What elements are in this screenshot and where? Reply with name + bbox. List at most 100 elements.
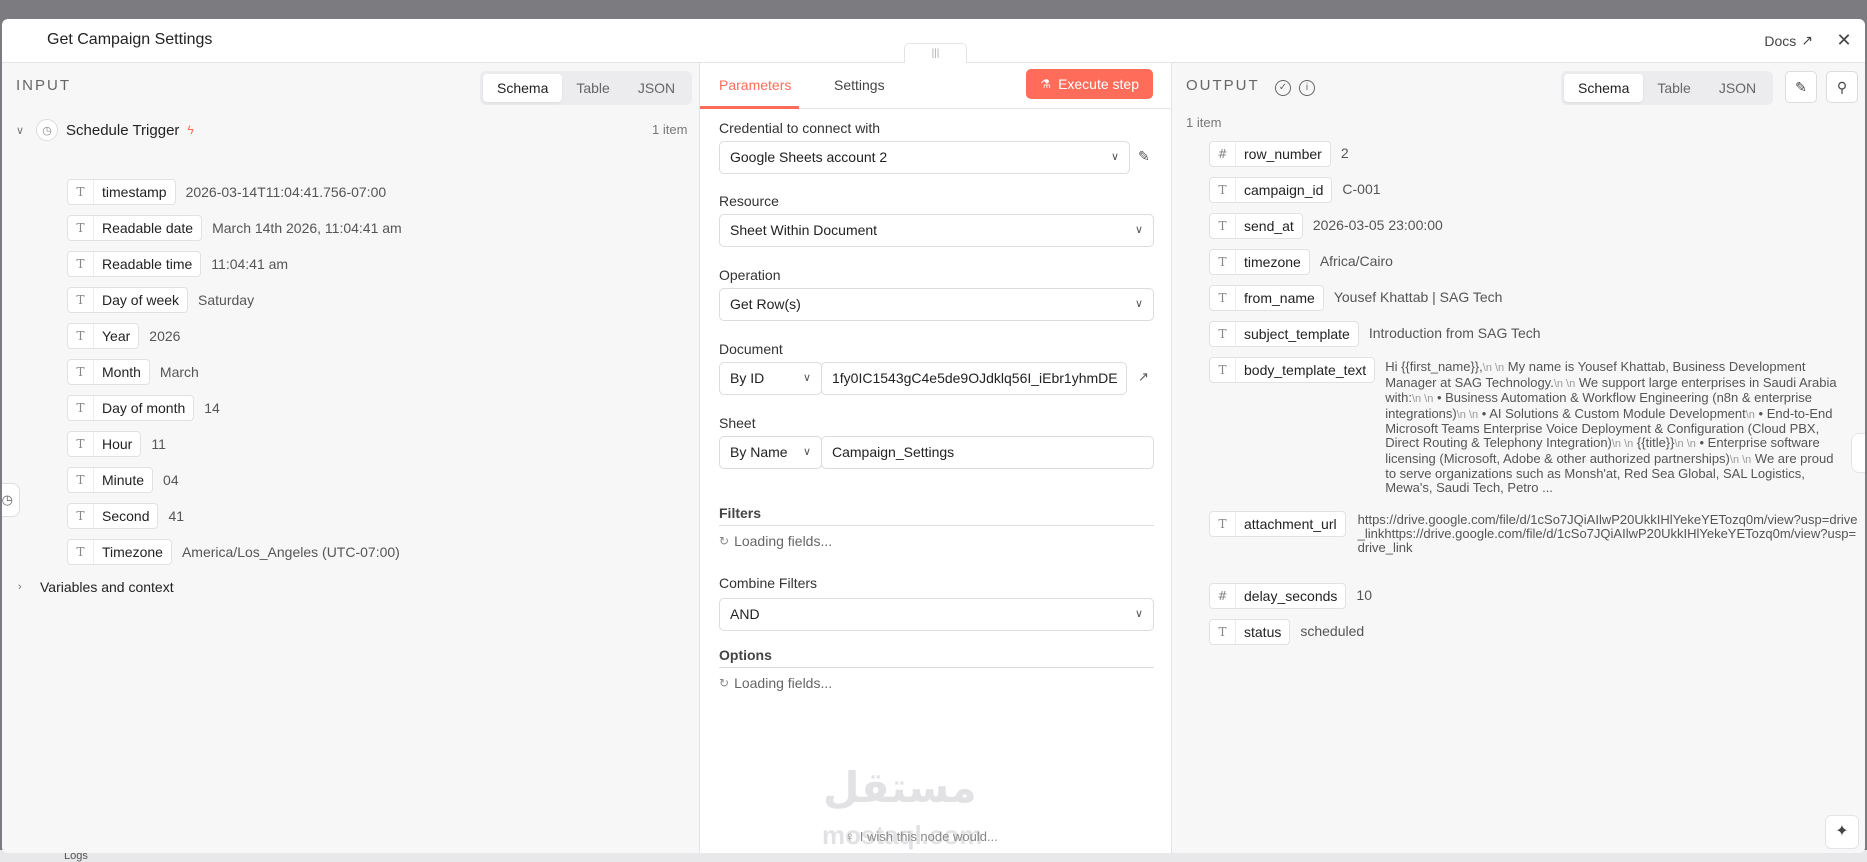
text-type-icon: T [68,540,94,564]
output-field-row[interactable]: Tfrom_name Yousef Khattab | SAG Tech [1209,285,1502,311]
output-view-json[interactable]: JSON [1705,74,1770,102]
output-field-row[interactable]: # row_number 2 [1209,141,1349,167]
schedule-trigger-node[interactable]: ∨ ◷ Schedule Trigger ϟ [16,119,194,141]
history-icon: ◷ [2,492,13,507]
input-field-row[interactable]: T Hour 11 [67,431,166,457]
pin-icon: ⚲ [1836,79,1848,95]
modal-title: Get Campaign Settings [47,31,213,48]
output-field-row[interactable]: Ttimezone Africa/Cairo [1209,249,1393,275]
text-type-icon: T [1210,250,1236,274]
body-template-value: Hi {{first_name}},\n \n My name is Youse… [1385,359,1837,495]
node-feedback-link[interactable]: ♀ I wish this node would... [845,829,998,844]
chevron-down-icon: ∨ [802,372,811,384]
output-field-row-body[interactable]: Tbody_template_text Hi {{first_name}},\n… [1209,357,1845,494]
text-type-icon: T [68,468,94,492]
side-panel-tab[interactable] [1851,433,1865,473]
number-type-icon: # [1210,584,1236,608]
chevron-right-icon[interactable]: › [18,581,30,593]
output-view-switch: Schema Table JSON [1561,71,1774,105]
output-label: OUTPUT [1186,77,1260,94]
output-field-row[interactable]: Tstatus scheduled [1209,619,1364,645]
options-label: Options [719,647,772,663]
text-type-icon: T [68,324,94,348]
text-type-icon: T [1210,322,1236,346]
text-type-icon: T [1210,512,1236,536]
panel-drag-handle[interactable]: ||| [904,43,967,63]
docs-label: Docs [1764,32,1797,49]
resource-select[interactable]: Sheet Within Document ∨ [719,214,1154,247]
input-view-json[interactable]: JSON [624,74,689,102]
bolt-icon: ϟ [187,123,194,137]
resource-label: Resource [719,193,779,209]
input-view-switch: Schema Table JSON [480,71,693,105]
chevron-down-icon[interactable]: ∨ [16,124,28,137]
input-field-row[interactable]: T Day of week Saturday [67,287,254,313]
docs-link[interactable]: Docs ↗ [1764,32,1813,49]
loading-spinner-icon: ↻ [719,676,730,690]
close-button[interactable]: ✕ [1833,29,1855,51]
input-field-row[interactable]: T Readable time 11:04:41 am [67,251,288,277]
input-field-row[interactable]: T Timezone America/Los_Angeles (UTC-07:00) [67,539,400,565]
output-field-row[interactable]: # delay_seconds 10 [1209,583,1372,609]
flask-icon: ⚗ [1040,77,1052,91]
history-tab[interactable]: ◷ [2,483,20,517]
param-tabs: Parameters Settings ⚗ Execute step [700,63,1171,109]
input-field-row[interactable]: T Second 41 [67,503,184,529]
output-view-schema[interactable]: Schema [1564,74,1644,102]
variables-and-context[interactable]: › Variables and context [18,579,174,595]
trigger-name: Schedule Trigger [66,121,180,139]
input-field-row[interactable]: T Readable date March 14th 2026, 11:04:41 … [67,215,402,241]
input-field-row[interactable]: T Year 2026 [67,323,180,349]
input-field-row[interactable]: T Day of month 14 [67,395,220,421]
output-field-row[interactable]: Tsubject_template Introduction from SAG T… [1209,321,1541,347]
input-field-row[interactable]: Ttimestamp 2026-03-14T11:04:41.756-07:00 [67,179,386,205]
external-link-icon: ↗ [1801,32,1813,48]
combine-filters-select[interactable]: AND ∨ [719,598,1154,631]
credential-select[interactable]: Google Sheets account 2 ∨ [719,141,1130,174]
edit-credential-icon[interactable]: ✎ [1138,148,1150,165]
sheet-mode-select[interactable]: By Name ∨ [719,436,822,469]
execute-step-button[interactable]: ⚗ Execute step [1026,69,1153,99]
edit-output-button[interactable]: ✎ [1785,71,1817,103]
output-field-row-attachment[interactable]: Tattachment_url https://drive.google.com… [1209,511,1858,555]
text-type-icon: T [68,432,94,456]
operation-select[interactable]: Get Row(s) ∨ [719,288,1154,321]
filters-loading: ↻ Loading fields... [719,533,833,549]
text-type-icon: T [68,360,94,384]
sparkle-icon[interactable]: ✦ [1825,815,1859,849]
chevron-down-icon: ∨ [1110,151,1119,163]
node-modal: Get Campaign Settings Docs ↗ ✕ ||| INPUT… [2,19,1865,853]
pencil-icon: ✎ [1795,79,1807,95]
input-field-row[interactable]: T Minute 04 [67,467,179,493]
open-document-icon[interactable]: ↗ [1138,369,1149,385]
clock-icon: ◷ [36,119,58,141]
combine-filters-label: Combine Filters [719,575,818,591]
execute-step-label: Execute step [1058,76,1139,92]
tab-settings[interactable]: Settings [834,77,885,93]
text-type-icon: T [1210,214,1236,238]
options-divider [719,667,1154,668]
grip-icon: ||| [931,48,940,59]
text-type-icon: T [68,396,94,420]
document-id-input[interactable]: 1fy0IC1543gC4e5de9OJdklq56I_iEbr1yhmDE [821,362,1127,395]
input-view-schema[interactable]: Schema [483,74,563,102]
text-type-icon: T [68,252,94,276]
text-type-icon: T [1210,286,1236,310]
document-mode-select[interactable]: By ID ∨ [719,362,822,395]
input-field-row[interactable]: T Month March [67,359,199,385]
output-field-row[interactable]: Tcampaign_id C-001 [1209,177,1381,203]
pin-data-button[interactable]: ⚲ [1826,71,1858,103]
chevron-down-icon: ∨ [1134,224,1143,236]
tab-parameters[interactable]: Parameters [719,77,791,93]
output-field-row[interactable]: Tsend_at 2026-03-05 23:00:00 [1209,213,1443,239]
check-circle-icon: ✓ [1275,80,1291,96]
info-icon[interactable]: i [1299,80,1315,96]
input-view-table[interactable]: Table [562,74,623,102]
chevron-down-icon: ∨ [1134,298,1143,310]
text-type-icon: T [68,288,94,312]
active-tab-indicator [700,106,799,109]
sheet-name-input[interactable]: Campaign_Settings [821,436,1154,469]
output-view-table[interactable]: Table [1643,74,1704,102]
attachment-url-value: https://drive.google.com/file/d/1cSo7JQi… [1357,512,1858,555]
number-type-icon: # [1210,142,1236,166]
